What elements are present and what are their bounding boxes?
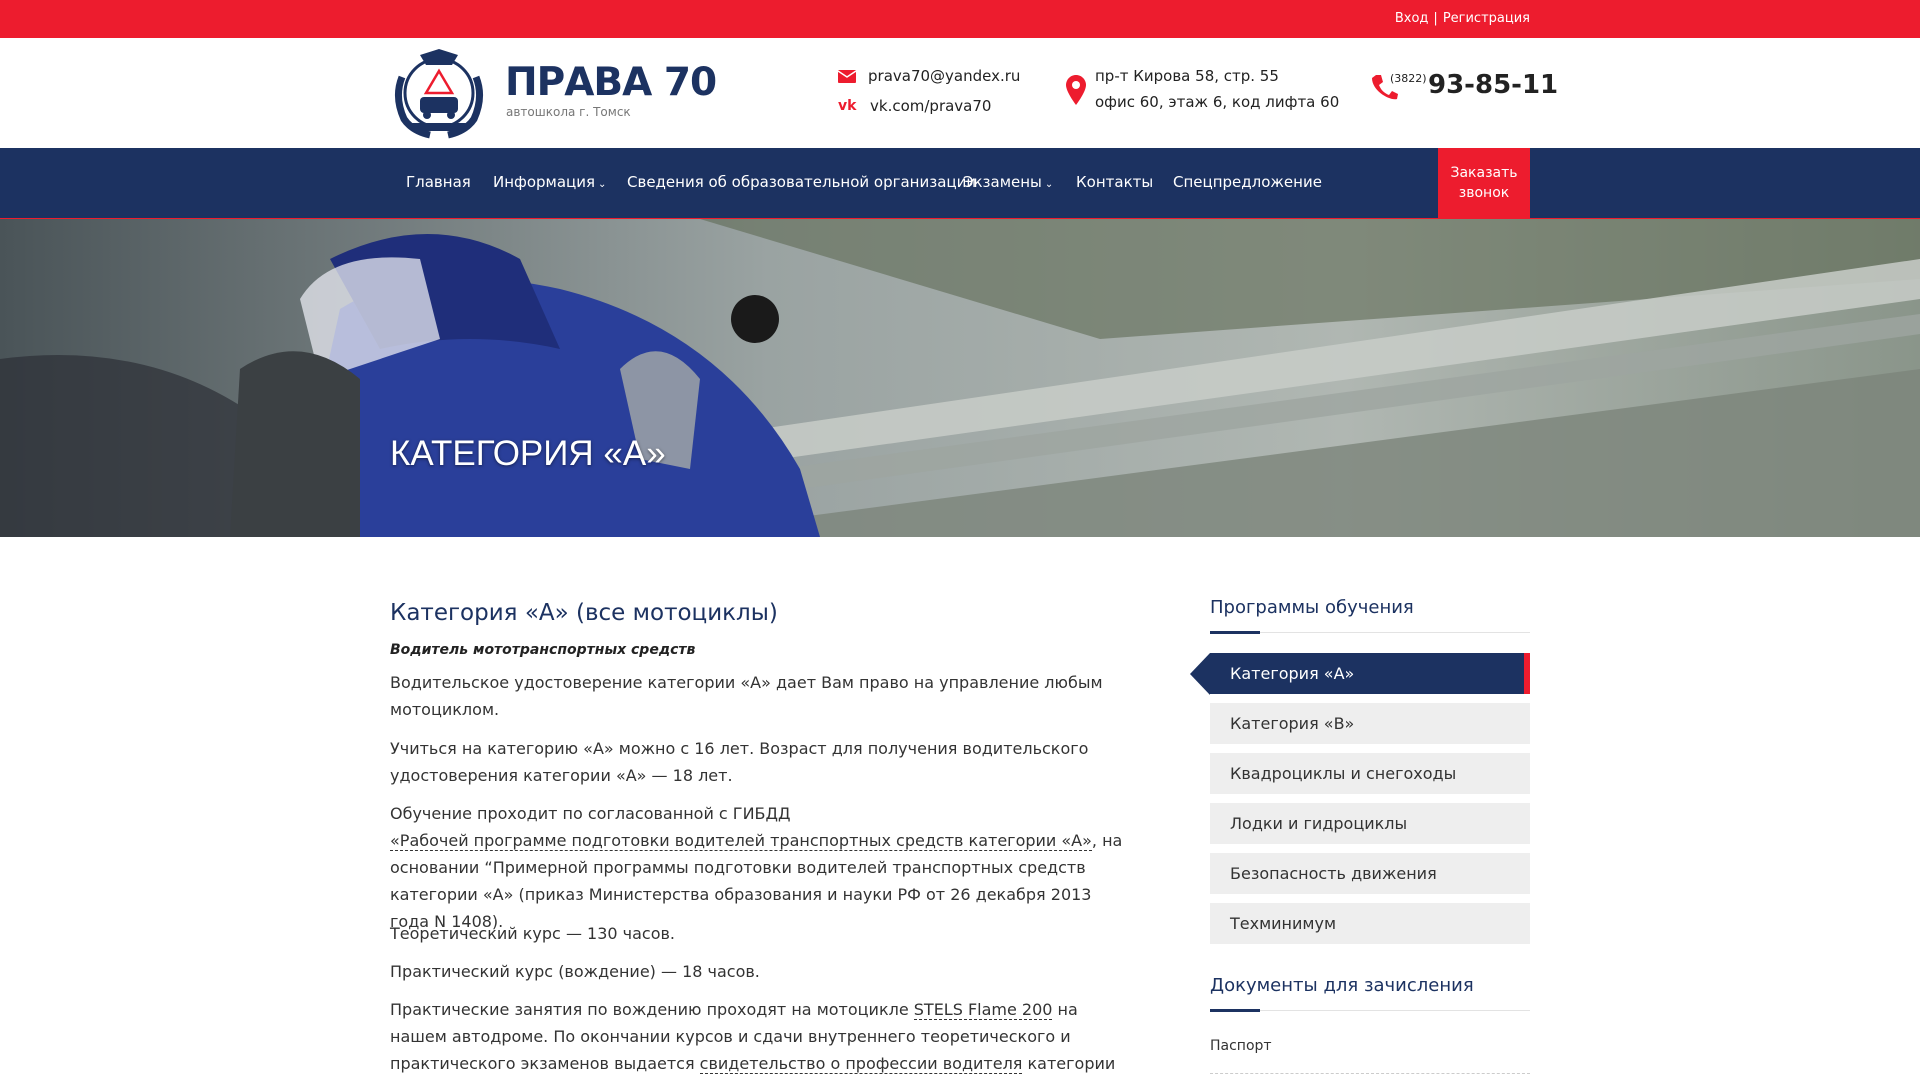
document-divider [1210,1073,1530,1074]
paragraph-training-details: Практические занятия по вождению проходя… [390,996,1130,1080]
nav-item-home[interactable]: Главная [406,173,471,191]
documents-title-accent [1210,1009,1260,1012]
address-line-2: офис 60, этаж 6, код лифта 60 [1095,93,1340,111]
auth-links: Вход | Регистрация [1395,11,1530,26]
chevron-down-icon: ⌄ [598,179,607,190]
nav-item-contacts[interactable]: Контакты [1076,173,1153,191]
envelope-icon [838,69,856,83]
nav-label-exams: Экзамены [963,173,1042,191]
sidebar-item-road-safety[interactable]: Безопасность движения [1210,853,1530,894]
paragraph-theory: Теоретический курс — 130 часов. [390,924,676,943]
programs-title-rule [1210,631,1530,634]
hero-banner [0,219,1920,537]
email-text[interactable]: prava70@yandex.ru [868,67,1020,85]
site-header [0,38,1920,148]
paragraph-practice: Практический курс (вождение) — 18 часов. [390,962,760,981]
certificate-link[interactable]: свидетельство о профессии водителя [699,1054,1023,1074]
callback-line-1: Заказать [1450,165,1518,181]
hero-title: КАТЕГОРИЯ «А» [390,434,666,473]
address-line-1: пр-т Кирова 58, стр. 55 [1095,67,1279,85]
map-pin-icon [1066,75,1086,105]
email-contact[interactable]: prava70@yandex.ru [838,67,1020,85]
phone-code: (3822) [1390,72,1427,85]
document-item-passport[interactable]: Паспорт [1210,1038,1272,1054]
logo-emblem-icon[interactable] [390,47,488,139]
program-text-a: Обучение проходит по согласованной с ГИБ… [390,804,791,823]
logo-subtitle: автошкола г. Томск [506,105,631,119]
sidebar-item-tech-minimum[interactable]: Техминимум [1210,903,1530,944]
auth-separator: | [1433,11,1438,26]
nav-label-home: Главная [406,173,471,191]
nav-label-info: Информация [493,173,596,191]
documents-title: Документы для зачисления [1210,975,1474,996]
work-program-link[interactable]: «Рабочей программе подготовки водителей … [390,831,1092,851]
sidebar-item-boats[interactable]: Лодки и гидроциклы [1210,803,1530,844]
sidebar-item-category-a[interactable]: Категория «А» [1210,653,1530,694]
callback-line-2: звонок [1458,185,1510,201]
logo-title[interactable]: ПРАВА 70 [505,60,717,105]
active-item-arrow [1190,653,1210,695]
login-link[interactable]: Вход [1395,11,1429,26]
vk-icon: vk [838,98,857,114]
nav-item-info[interactable]: Информация ⌄ [493,173,606,191]
paragraph-license-rights: Водительское удостоверение категории «А»… [390,673,1103,719]
vk-text[interactable]: vk.com/prava70 [870,97,991,115]
programs-title: Программы обучения [1210,597,1414,618]
training-text-a: Практические занятия по вождению проходя… [390,1000,914,1019]
register-link[interactable]: Регистрация [1443,11,1530,26]
nav-item-organization[interactable]: Сведения об образовательной организации [627,173,976,191]
top-bar: Вход | Регистрация [0,0,1920,38]
paragraph-age: Учиться на категорию «А» можно с 16 лет.… [390,739,1089,785]
paragraph-program: Обучение проходит по согласованной с ГИБ… [390,800,1130,935]
sidebar-item-atv-snowmobiles[interactable]: Квадроциклы и снегоходы [1210,753,1530,794]
nav-label-special-offer: Спецпредложение [1173,173,1322,191]
main-nav: Главная Информация ⌄ Сведения об образова… [0,148,1920,219]
sidebar-item-category-b[interactable]: Категория «В» [1210,703,1530,744]
chevron-down-icon: ⌄ [1044,179,1054,190]
nav-label-organization: Сведения об образовательной организации [627,173,977,191]
hero-motorcycle-image [0,219,1920,537]
documents-title-rule [1210,1009,1530,1012]
vk-contact[interactable]: vk vk.com/prava70 [838,97,991,115]
programs-title-accent [1210,631,1260,634]
nav-item-exams[interactable]: Экзамены ⌄ [963,173,1053,191]
phone-number[interactable]: 93-85-11 [1428,70,1558,100]
nav-item-special-offer[interactable]: Спецпредложение [1173,173,1322,191]
nav-label-contacts: Контакты [1076,173,1154,191]
content-subheading: Водитель мототранспортных средств [390,642,696,658]
stels-link[interactable]: STELS Flame 200 [913,1000,1053,1020]
callback-button[interactable]: Заказать звонок [1438,148,1530,219]
content-heading: Категория «А» (все мотоциклы) [390,600,778,626]
